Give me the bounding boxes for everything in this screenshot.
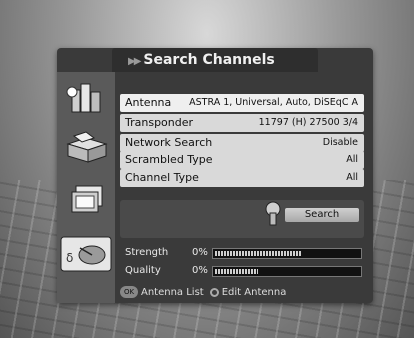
strength-meter: Strength 0% [120,245,364,261]
buildings-icon[interactable] [64,80,110,114]
antenna-list-hint: Antenna List [141,287,204,298]
scrambled-type-row[interactable]: Scrambled Type All [120,151,364,169]
scrambled-type-value: All [346,154,358,165]
edit-antenna-hint: Edit Antenna [221,287,287,298]
box-icon[interactable] [64,130,110,164]
quality-meter: Quality 0% [120,263,364,279]
strength-label: Strength [125,247,169,258]
quality-label: Quality [125,265,161,276]
ok-key-icon: OK [120,286,138,298]
network-search-value: Disable [322,137,358,148]
search-button[interactable]: Search [285,208,359,222]
network-search-row[interactable]: Network Search Disable [120,134,364,152]
monitor-icon[interactable] [64,182,110,216]
channel-type-row[interactable]: Channel Type All [120,169,364,187]
page-title: ▶▶ Search Channels [128,52,275,68]
satellite-dish-icon[interactable]: δ [60,236,112,272]
quality-bar-fill [215,269,259,274]
strength-percent: 0% [192,247,208,258]
transponder-row[interactable]: Transponder 11797 (H) 27500 3/4 [120,114,364,132]
antenna-value: ASTRA 1, Universal, Auto, DiSEqC A [189,97,358,108]
strength-bar-fill [215,251,302,256]
antenna-row[interactable]: Antenna ASTRA 1, Universal, Auto, DiSEqC… [120,94,364,112]
quality-percent: 0% [192,265,208,276]
scrambled-type-label: Scrambled Type [125,153,213,166]
transponder-label: Transponder [125,116,194,129]
channel-type-label: Channel Type [125,171,199,184]
circle-key-icon [209,287,219,297]
quality-bar [212,266,362,277]
double-arrow-icon: ▶▶ [128,56,141,67]
svg-text:δ: δ [66,251,73,265]
transponder-value: 11797 (H) 27500 3/4 [258,117,358,128]
channel-type-value: All [346,172,358,183]
wrench-icon [265,201,281,226]
strength-bar [212,248,362,259]
network-search-label: Network Search [125,136,213,149]
antenna-label: Antenna [125,96,172,109]
footer-hints: OK Antenna List Edit Antenna [120,286,286,298]
